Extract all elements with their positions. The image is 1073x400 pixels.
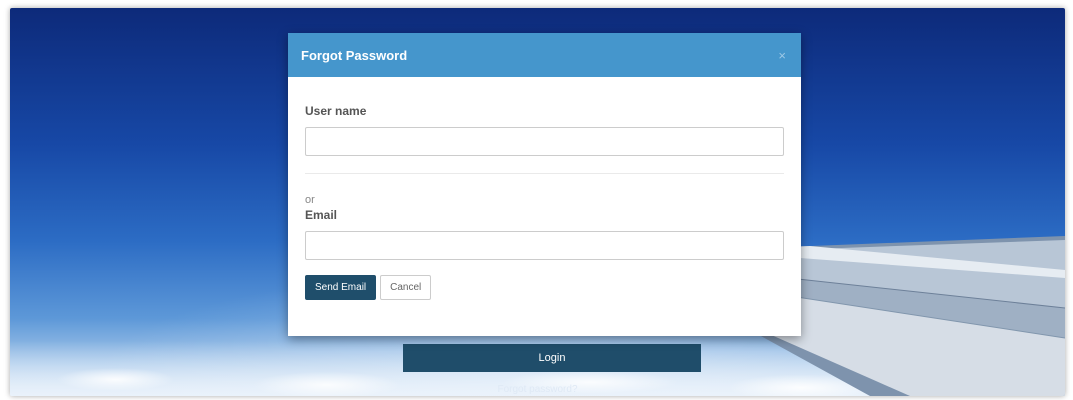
login-button[interactable]: Login <box>403 344 701 372</box>
forgot-password-modal: Forgot Password × User name or Email Sen… <box>288 33 801 336</box>
username-input[interactable] <box>305 127 784 156</box>
send-email-button[interactable]: Send Email <box>305 275 377 300</box>
forgot-password-link[interactable]: Forgot password? <box>10 384 1065 395</box>
modal-body: User name or Email Send Email Cancel <box>288 77 801 300</box>
close-icon[interactable]: × <box>778 48 786 63</box>
username-label: User name <box>305 104 367 118</box>
modal-actions: Send Email Cancel <box>305 275 784 300</box>
email-input[interactable] <box>305 231 784 260</box>
modal-header: Forgot Password × <box>288 33 801 77</box>
cancel-button[interactable]: Cancel <box>380 275 432 300</box>
email-label: Email <box>305 208 338 222</box>
modal-title: Forgot Password <box>301 47 408 63</box>
or-label: or <box>305 194 315 206</box>
divider <box>305 173 784 174</box>
